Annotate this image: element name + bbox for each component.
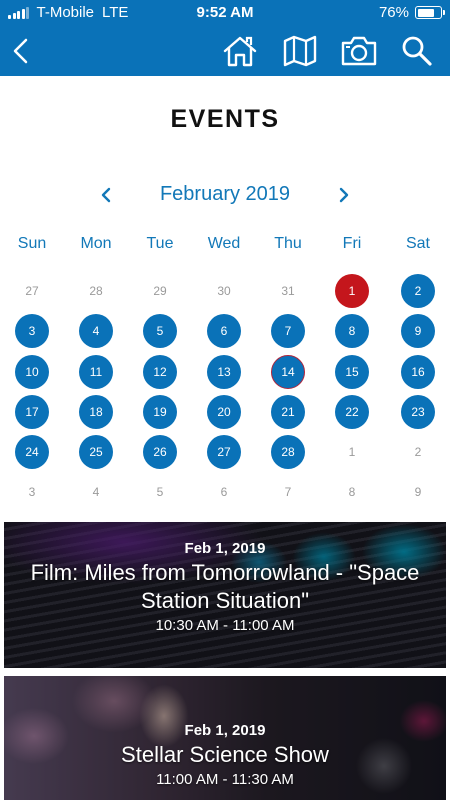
weekday-label: Fri [342,235,362,252]
calendar-day[interactable]: 27 [207,435,241,469]
calendar-day-outside: 27 [25,284,39,298]
weekday-label: Tue [146,235,174,252]
event-date: Feb 1, 2019 [184,722,266,739]
calendar-day-today[interactable]: 14 [271,355,305,389]
event-date: Feb 1, 2019 [184,540,266,557]
nav-bar [0,26,450,76]
calendar-day-outside: 2 [414,445,422,459]
calendar-day[interactable]: 7 [271,314,305,348]
calendar-day[interactable]: 21 [271,395,305,429]
calendar-day[interactable]: 13 [207,355,241,389]
home-icon [223,36,257,67]
weekday-label: Wed [207,235,241,252]
event-card[interactable]: Feb 1, 2019 Film: Miles from Tomorrowlan… [4,522,446,668]
calendar-day-outside: 30 [217,284,231,298]
page-title: EVENTS [170,105,280,133]
camera-icon [341,36,377,66]
chevron-left-icon [13,38,28,64]
calendar-day-outside: 8 [348,485,356,499]
back-button[interactable] [2,33,40,69]
calendar-day[interactable]: 22 [335,395,369,429]
calendar-day[interactable]: 3 [15,314,49,348]
calendar-day[interactable]: 12 [143,355,177,389]
calendar-day[interactable]: 4 [79,314,113,348]
calendar-day[interactable]: 6 [207,314,241,348]
event-time: 10:30 AM - 11:00 AM [155,617,295,634]
calendar-day[interactable]: 5 [143,314,177,348]
home-button[interactable] [221,33,259,69]
calendar-day-outside: 28 [89,284,103,298]
weekday-label: Sun [17,235,47,252]
calendar-day[interactable]: 25 [79,435,113,469]
month-label: February 2019 [159,183,291,205]
battery-percent: 76% [378,4,409,21]
calendar-day[interactable]: 18 [79,395,113,429]
calendar-day-outside: 1 [348,445,356,459]
weekday-header: Sun Mon Tue Wed Thu Fri Sat [0,235,450,257]
calendar-day-selected[interactable]: 1 [335,274,369,308]
event-time: 11:00 AM - 11:30 AM [156,771,294,788]
calendar-day[interactable]: 11 [79,355,113,389]
event-title: Stellar Science Show [121,742,329,767]
map-button[interactable] [281,33,319,69]
calendar-day-outside: 6 [220,485,228,499]
camera-button[interactable] [340,33,378,69]
calendar-day[interactable]: 16 [401,355,435,389]
calendar-day-outside: 3 [28,485,36,499]
calendar-day[interactable]: 28 [271,435,305,469]
calendar-day[interactable]: 10 [15,355,49,389]
calendar-day[interactable]: 17 [15,395,49,429]
next-month-button[interactable] [329,180,359,210]
calendar-day-outside: 9 [414,485,422,499]
calendar-day-outside: 7 [284,485,292,499]
calendar-day[interactable]: 26 [143,435,177,469]
map-icon [283,35,317,67]
calendar-day-outside: 4 [92,485,100,499]
calendar-day[interactable]: 23 [401,395,435,429]
calendar-day[interactable]: 19 [143,395,177,429]
weekday-label: Sat [405,235,430,252]
calendar-day[interactable]: 20 [207,395,241,429]
calendar-day-outside: 5 [156,485,164,499]
battery-icon [415,6,445,19]
event-card[interactable]: Feb 1, 2019 Stellar Science Show 11:00 A… [4,676,446,800]
weekday-label: Thu [274,235,302,252]
calendar-day[interactable]: 9 [401,314,435,348]
month-navigation: February 2019 [0,180,450,210]
calendar-day[interactable]: 8 [335,314,369,348]
battery-fill [417,8,435,17]
search-icon [402,36,432,66]
calendar-day[interactable]: 15 [335,355,369,389]
weekday-label: Mon [80,235,112,252]
calendar-day-outside: 29 [153,284,167,298]
event-title: Film: Miles from Tomorrowland - "Space S… [30,560,420,613]
calendar-day[interactable]: 2 [401,274,435,308]
search-button[interactable] [398,33,436,69]
calendar-day-outside: 31 [281,284,295,298]
calendar-grid: 27 28 29 30 31 1 2 3 4 5 6 7 8 9 10 11 12 13 14 15 16 17 18 19 2… [0,271,450,511]
status-bar: T-Mobile LTE 9:52 AM 76% [0,0,450,26]
calendar-day[interactable]: 24 [15,435,49,469]
chevron-right-icon [339,187,349,203]
